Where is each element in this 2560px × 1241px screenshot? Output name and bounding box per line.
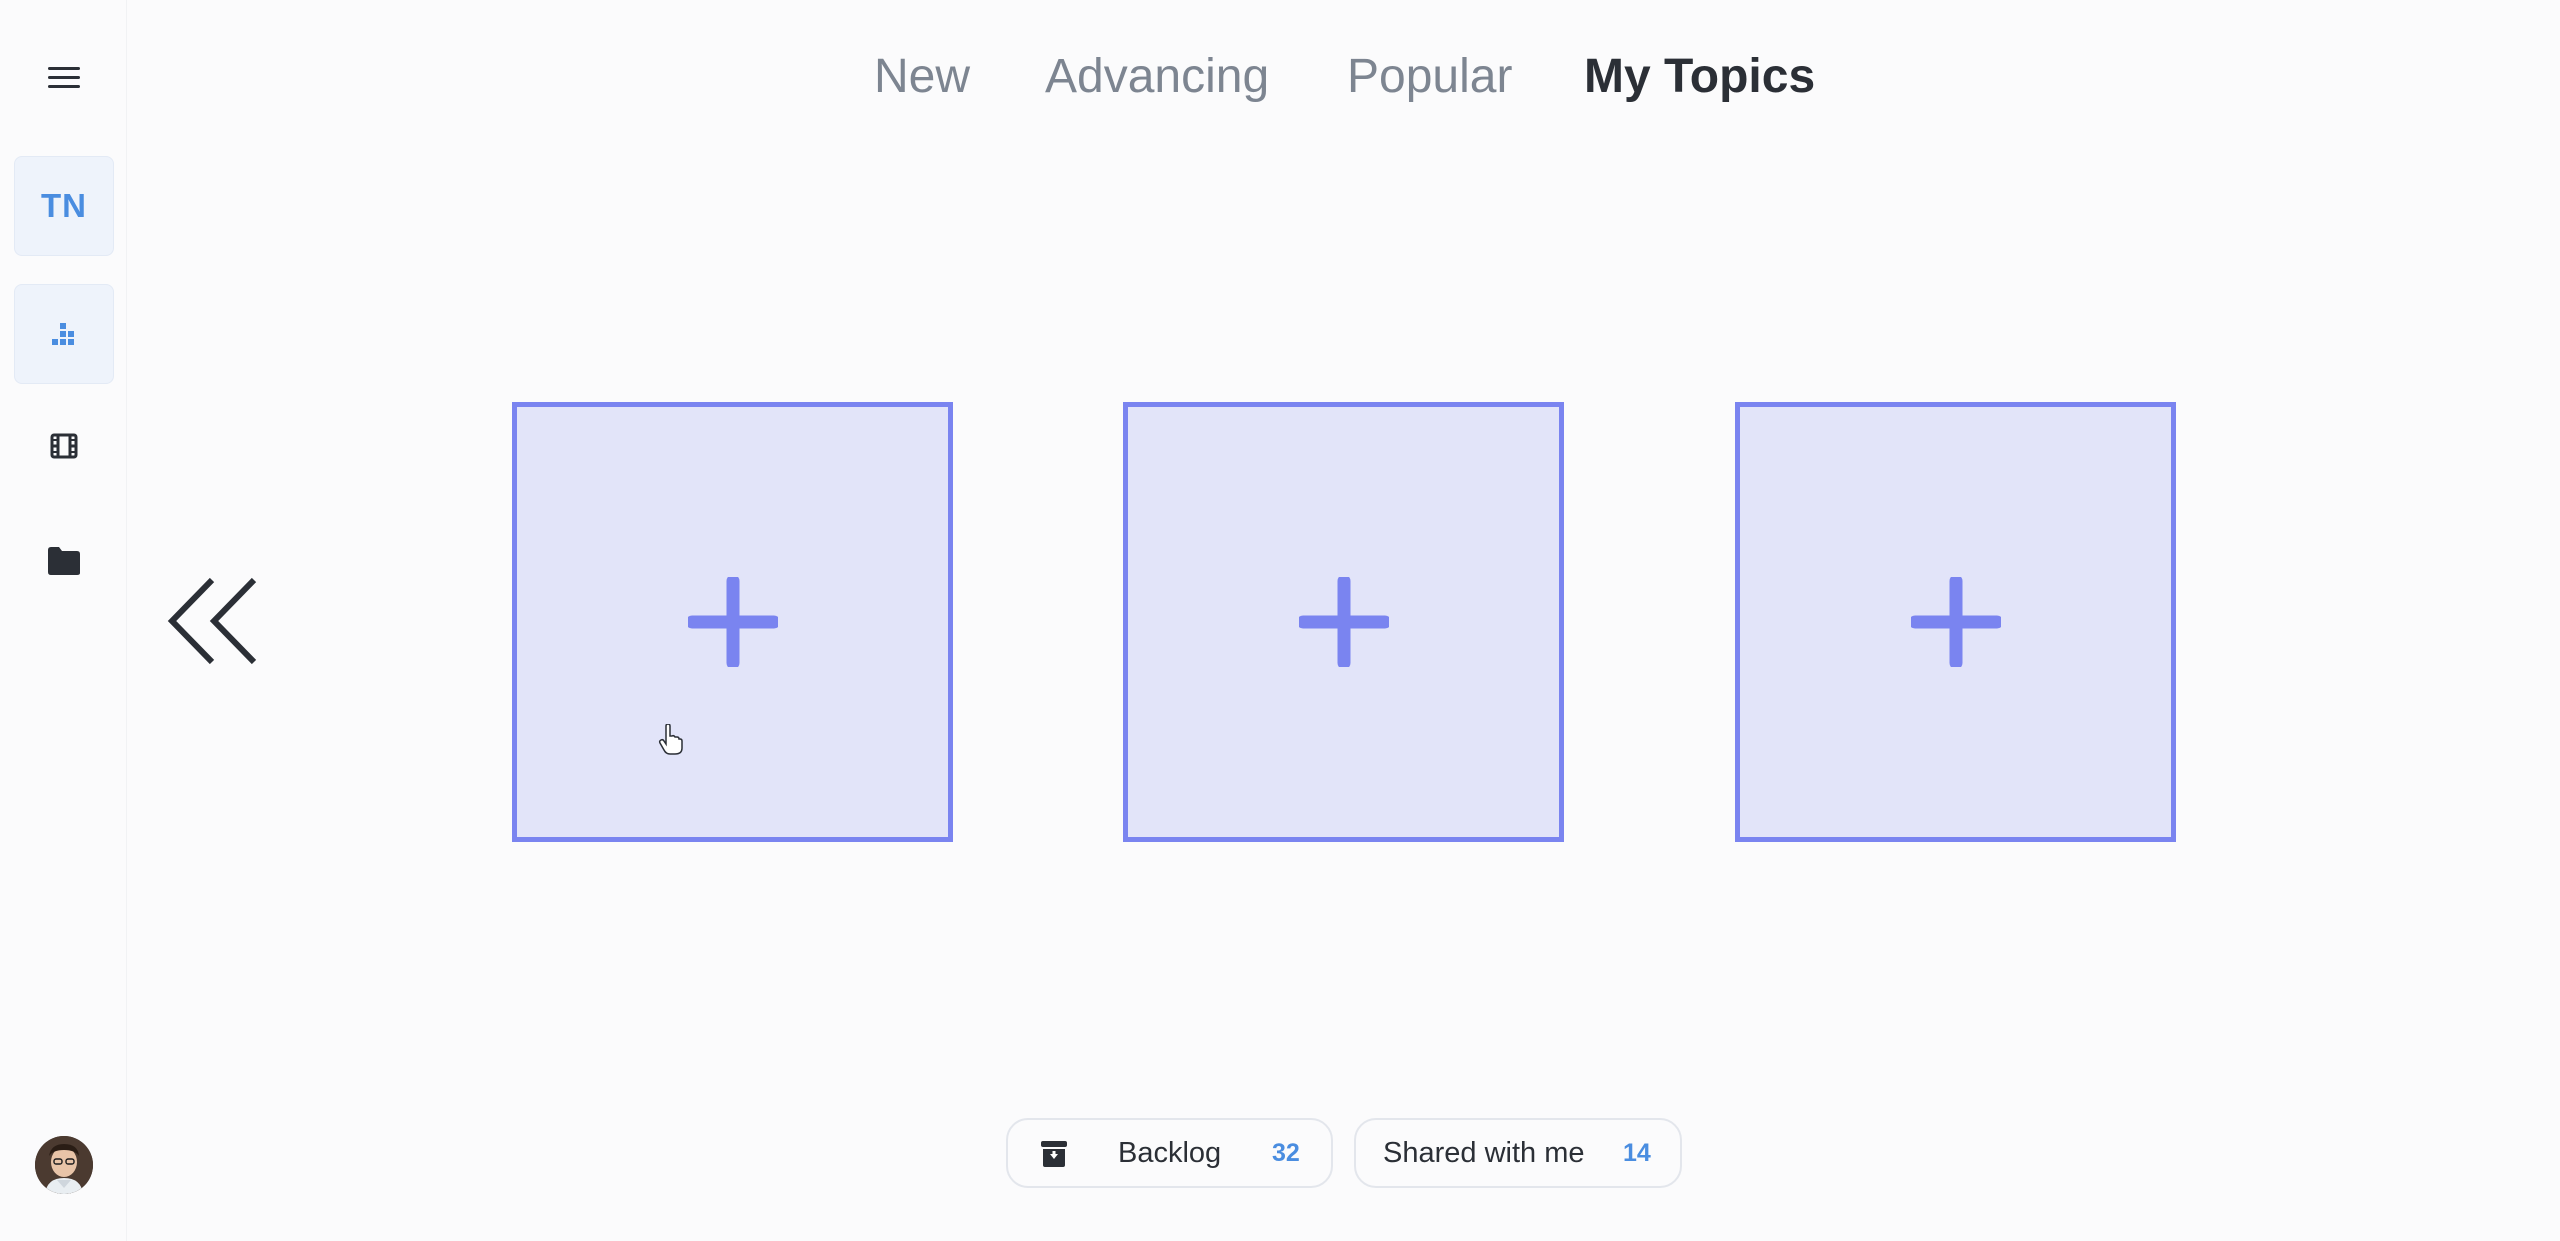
workspace-initials: TN [41, 187, 87, 224]
sidebar: TN [0, 0, 127, 1241]
folder-icon [48, 547, 80, 575]
backlog-count: 32 [1272, 1138, 1300, 1167]
shared-with-me-button[interactable]: Shared with me 14 [1354, 1118, 1682, 1188]
sidebar-item-folder[interactable] [44, 541, 84, 581]
tab-popular[interactable]: Popular [1347, 45, 1512, 109]
double-chevron-left-icon[interactable] [166, 574, 260, 668]
add-topic-card-2[interactable] [1123, 402, 1564, 842]
user-avatar[interactable] [35, 1136, 93, 1194]
workspace-tile[interactable]: TN [14, 156, 114, 256]
archive-box-icon [1041, 1141, 1067, 1167]
shared-with-me-count: 14 [1623, 1138, 1651, 1167]
backlog-button[interactable]: Backlog 32 [1006, 1118, 1333, 1188]
plus-icon [687, 577, 778, 667]
shared-with-me-label: Shared with me [1383, 1136, 1585, 1169]
topic-tabs: New Advancing Popular My Topics [0, 45, 2560, 115]
tab-advancing[interactable]: Advancing [1045, 45, 1269, 109]
dashboard-blocks-icon [52, 323, 74, 345]
plus-icon [1298, 577, 1389, 667]
add-topic-card-3[interactable] [1735, 402, 2176, 842]
plus-icon [1910, 577, 2001, 667]
tab-my-topics[interactable]: My Topics [1584, 45, 1815, 109]
add-topic-card-1[interactable] [512, 402, 953, 842]
backlog-label: Backlog [1118, 1136, 1222, 1169]
film-icon [50, 433, 78, 459]
tab-new[interactable]: New [874, 45, 970, 109]
sidebar-item-dashboard[interactable] [14, 284, 114, 384]
sidebar-item-film[interactable] [44, 426, 84, 466]
avatar-image [35, 1136, 93, 1194]
